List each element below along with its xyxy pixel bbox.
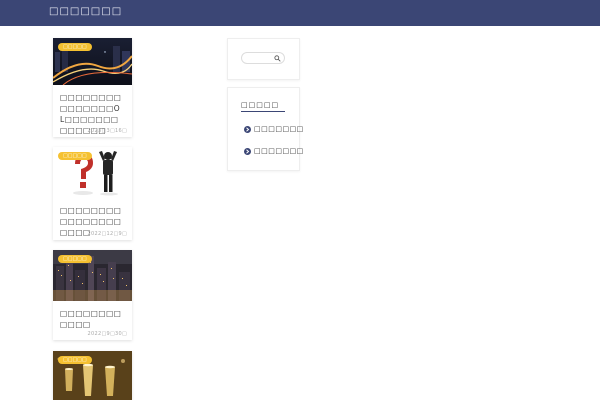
post-card[interactable]: □□□□□ □□□□□□□□□□□□□□□OL□□□□□□□□□□□□□ 202… xyxy=(53,38,132,137)
post-thumbnail[interactable]: □□□□□ xyxy=(53,38,132,85)
category-badge: □□□□□ xyxy=(58,43,92,51)
post-date: 2022□9□30□ xyxy=(87,331,127,337)
category-badge: □□□□□ xyxy=(58,152,92,160)
search-input[interactable] xyxy=(246,54,276,62)
post-thumbnail[interactable]: □□□□□ xyxy=(53,250,132,301)
post-card[interactable]: □□□□□ □□□□□□□□□□□□ 2022□9□30□ xyxy=(53,250,132,340)
category-label: □□□□□□□ xyxy=(254,147,304,155)
widget-title: □□□□□ xyxy=(241,101,285,112)
category-link[interactable]: □□□□□□□ xyxy=(244,124,304,134)
post-date: 2022□12□9□ xyxy=(87,231,127,237)
post-title[interactable]: □□□□□□□□□□□□ xyxy=(60,308,125,330)
site-header: □□□□□□□ xyxy=(0,0,600,26)
site-title[interactable]: □□□□□□□ xyxy=(49,6,122,18)
post-thumbnail[interactable]: □□□□□ xyxy=(53,147,132,199)
post-thumbnail[interactable]: □□□□□ xyxy=(53,351,132,400)
post-card[interactable]: □□□□□ □□□□□□□□□□□□□□□□□□□□ 2022□12□9□ xyxy=(53,147,132,240)
category-link[interactable]: □□□□□□□ xyxy=(244,146,304,156)
category-label: □□□□□□□ xyxy=(254,125,304,133)
post-date: 2023□3□16□ xyxy=(87,128,127,134)
search-box[interactable] xyxy=(241,52,285,64)
chevron-right-circle-icon xyxy=(244,125,251,133)
post-card[interactable]: □□□□□ xyxy=(53,351,132,400)
categories-widget: □□□□□ □□□□□□□ □□□□□□□ xyxy=(227,87,303,171)
search-widget xyxy=(227,38,300,80)
chevron-right-circle-icon xyxy=(244,147,251,155)
category-badge: □□□□□ xyxy=(58,356,92,364)
category-badge: □□□□□ xyxy=(58,255,92,263)
search-icon[interactable] xyxy=(274,55,281,62)
